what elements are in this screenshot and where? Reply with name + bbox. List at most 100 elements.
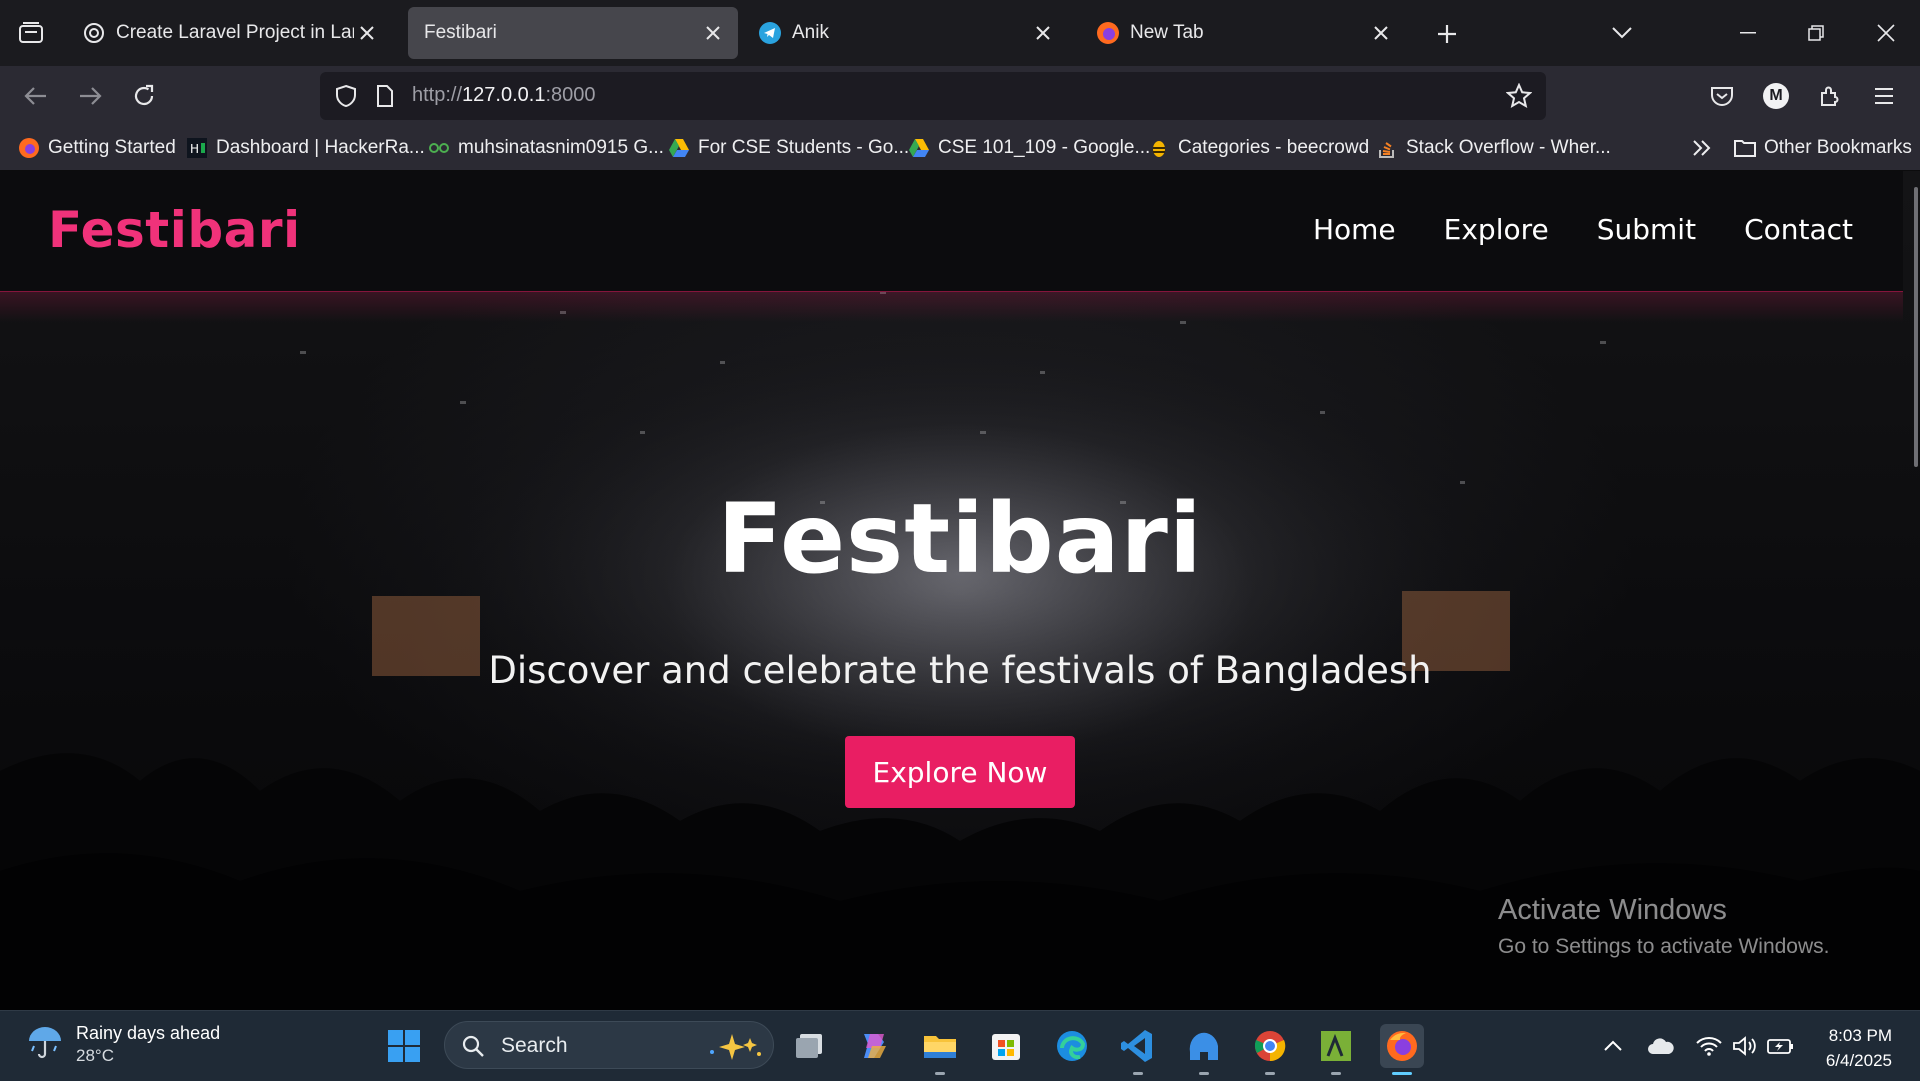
bookmark-hackerrank[interactable]: H Dashboard | HackerRa... bbox=[186, 134, 425, 162]
bookmark-star-icon[interactable] bbox=[1502, 79, 1536, 113]
close-icon[interactable] bbox=[1030, 20, 1056, 46]
chrome-icon[interactable] bbox=[1248, 1024, 1292, 1075]
app-blue-icon[interactable] bbox=[1182, 1024, 1226, 1075]
clock-time: 8:03 PM bbox=[1828, 1026, 1892, 1045]
beecrowd-icon bbox=[1148, 137, 1170, 159]
edge-icon[interactable] bbox=[1050, 1024, 1094, 1068]
battery-charging-icon[interactable] bbox=[1764, 1029, 1798, 1063]
google-drive-icon bbox=[668, 137, 690, 159]
page-scrollbar[interactable] bbox=[1914, 187, 1918, 467]
windows-start-icon[interactable] bbox=[382, 1024, 426, 1068]
laragon-icon[interactable] bbox=[1314, 1024, 1358, 1075]
back-arrow-icon[interactable] bbox=[16, 76, 56, 116]
tab-label: Anik bbox=[792, 22, 829, 43]
account-avatar[interactable]: M bbox=[1756, 76, 1796, 116]
system-clock[interactable]: 8:03 PM 6/4/2025 bbox=[1826, 1023, 1892, 1073]
tab-label: New Tab bbox=[1130, 22, 1204, 43]
page-icon[interactable] bbox=[370, 80, 400, 112]
shield-icon[interactable] bbox=[330, 80, 362, 112]
running-indicator bbox=[935, 1072, 945, 1075]
tab-label: Festibari bbox=[424, 22, 497, 43]
bookmark-codeforces[interactable]: muhsinatasnim0915 G... bbox=[428, 134, 664, 162]
telegram-icon bbox=[758, 21, 782, 45]
site-header: Festibari Home Explore Submit Contact bbox=[0, 171, 1903, 292]
navigation-toolbar: http://127.0.0.1:8000 M bbox=[0, 66, 1920, 126]
bookmark-stackoverflow[interactable]: Stack Overflow - Wher... bbox=[1376, 134, 1611, 162]
nav-link-explore[interactable]: Explore bbox=[1444, 213, 1549, 246]
bookmark-label: CSE 101_109 - Google... bbox=[938, 137, 1151, 158]
tab-festibari[interactable]: Festibari bbox=[408, 7, 738, 59]
codeforces-icon bbox=[428, 137, 450, 159]
copilot-icon[interactable] bbox=[852, 1024, 896, 1068]
stackoverflow-icon bbox=[1376, 137, 1398, 159]
running-indicator bbox=[1331, 1072, 1341, 1075]
reload-icon[interactable] bbox=[124, 76, 164, 116]
firefox-icon bbox=[18, 137, 40, 159]
close-icon[interactable] bbox=[354, 20, 380, 46]
url-text[interactable]: http://127.0.0.1:8000 bbox=[412, 84, 596, 107]
tab-anik[interactable]: Anik bbox=[742, 7, 1068, 59]
avatar-initial: M bbox=[1763, 83, 1789, 109]
url-host: 127.0.0.1 bbox=[462, 84, 546, 106]
window-close-icon[interactable] bbox=[1864, 14, 1908, 52]
onedrive-cloud-icon[interactable] bbox=[1644, 1029, 1678, 1063]
pocket-icon[interactable] bbox=[1702, 76, 1742, 116]
web-page: Festibari Home Explore Submit Contact Fe… bbox=[0, 171, 1920, 1010]
restore-icon[interactable] bbox=[1794, 14, 1838, 52]
site-navigation: Home Explore Submit Contact bbox=[1313, 213, 1853, 246]
weather-title: Rainy days ahead bbox=[76, 1023, 221, 1043]
chevron-down-icon[interactable] bbox=[1604, 18, 1640, 48]
running-indicator bbox=[1392, 1072, 1412, 1075]
vscode-icon[interactable] bbox=[1116, 1024, 1160, 1075]
bookmark-label: Getting Started bbox=[48, 137, 176, 158]
other-bookmarks[interactable]: Other Bookmarks bbox=[1734, 134, 1912, 162]
bookmark-cse-101[interactable]: CSE 101_109 - Google... bbox=[908, 134, 1150, 162]
nav-link-contact[interactable]: Contact bbox=[1744, 213, 1853, 246]
weather-widget[interactable]: Rainy days ahead 28°C bbox=[26, 1023, 220, 1066]
tab-new-tab[interactable]: New Tab bbox=[1080, 7, 1406, 59]
watermark-title: Activate Windows bbox=[1498, 894, 1727, 926]
clock-date: 6/4/2025 bbox=[1825, 1051, 1892, 1070]
chevron-double-right-icon[interactable] bbox=[1684, 134, 1720, 162]
site-logo[interactable]: Festibari bbox=[48, 201, 301, 259]
other-bookmarks-label: Other Bookmarks bbox=[1764, 137, 1912, 158]
tab-label: Create Laravel Project in Larago bbox=[116, 22, 354, 43]
chevron-up-icon[interactable] bbox=[1596, 1029, 1630, 1063]
header-divider-glow bbox=[0, 292, 1903, 322]
tab-create-laravel[interactable]: Create Laravel Project in Larago bbox=[66, 7, 392, 59]
file-explorer-icon[interactable] bbox=[918, 1024, 962, 1075]
chatgpt-icon bbox=[82, 21, 106, 45]
url-scheme: http:// bbox=[412, 84, 463, 106]
google-drive-icon bbox=[908, 137, 930, 159]
firefox-taskbar-icon[interactable] bbox=[1380, 1024, 1424, 1075]
minimize-icon[interactable] bbox=[1726, 14, 1770, 52]
tab-list-icon[interactable] bbox=[14, 18, 48, 48]
volume-icon[interactable] bbox=[1728, 1029, 1762, 1063]
explore-now-button[interactable]: Explore Now bbox=[845, 736, 1075, 808]
extensions-icon[interactable] bbox=[1810, 76, 1850, 116]
new-tab-icon[interactable] bbox=[1430, 18, 1464, 50]
nav-link-submit[interactable]: Submit bbox=[1597, 213, 1696, 246]
search-placeholder: Search bbox=[501, 1034, 568, 1057]
url-port: :8000 bbox=[545, 84, 596, 106]
running-indicator bbox=[1133, 1072, 1143, 1075]
search-icon bbox=[459, 1032, 487, 1060]
close-icon[interactable] bbox=[1368, 20, 1394, 46]
bookmark-getting-started[interactable]: Getting Started bbox=[18, 134, 176, 162]
hero-subtitle: Discover and celebrate the festivals of … bbox=[488, 649, 1432, 692]
forward-arrow-icon[interactable] bbox=[70, 76, 110, 116]
bookmark-label: For CSE Students - Go... bbox=[698, 137, 910, 158]
wifi-icon[interactable] bbox=[1692, 1029, 1726, 1063]
nav-link-home[interactable]: Home bbox=[1313, 213, 1396, 246]
bookmark-beecrowd[interactable]: Categories - beecrowd bbox=[1148, 134, 1369, 162]
taskbar-search[interactable]: Search bbox=[444, 1021, 774, 1069]
task-view-icon[interactable] bbox=[788, 1024, 832, 1068]
close-icon[interactable] bbox=[700, 20, 726, 46]
microsoft-store-icon[interactable] bbox=[984, 1024, 1028, 1068]
watermark-subtitle: Go to Settings to activate Windows. bbox=[1498, 935, 1830, 958]
hero-title: Festibari bbox=[717, 483, 1203, 595]
weather-temperature: 28°C bbox=[76, 1046, 114, 1065]
bookmark-cse-students[interactable]: For CSE Students - Go... bbox=[668, 134, 909, 162]
menu-icon[interactable] bbox=[1864, 76, 1904, 116]
address-bar[interactable]: http://127.0.0.1:8000 bbox=[320, 72, 1546, 120]
